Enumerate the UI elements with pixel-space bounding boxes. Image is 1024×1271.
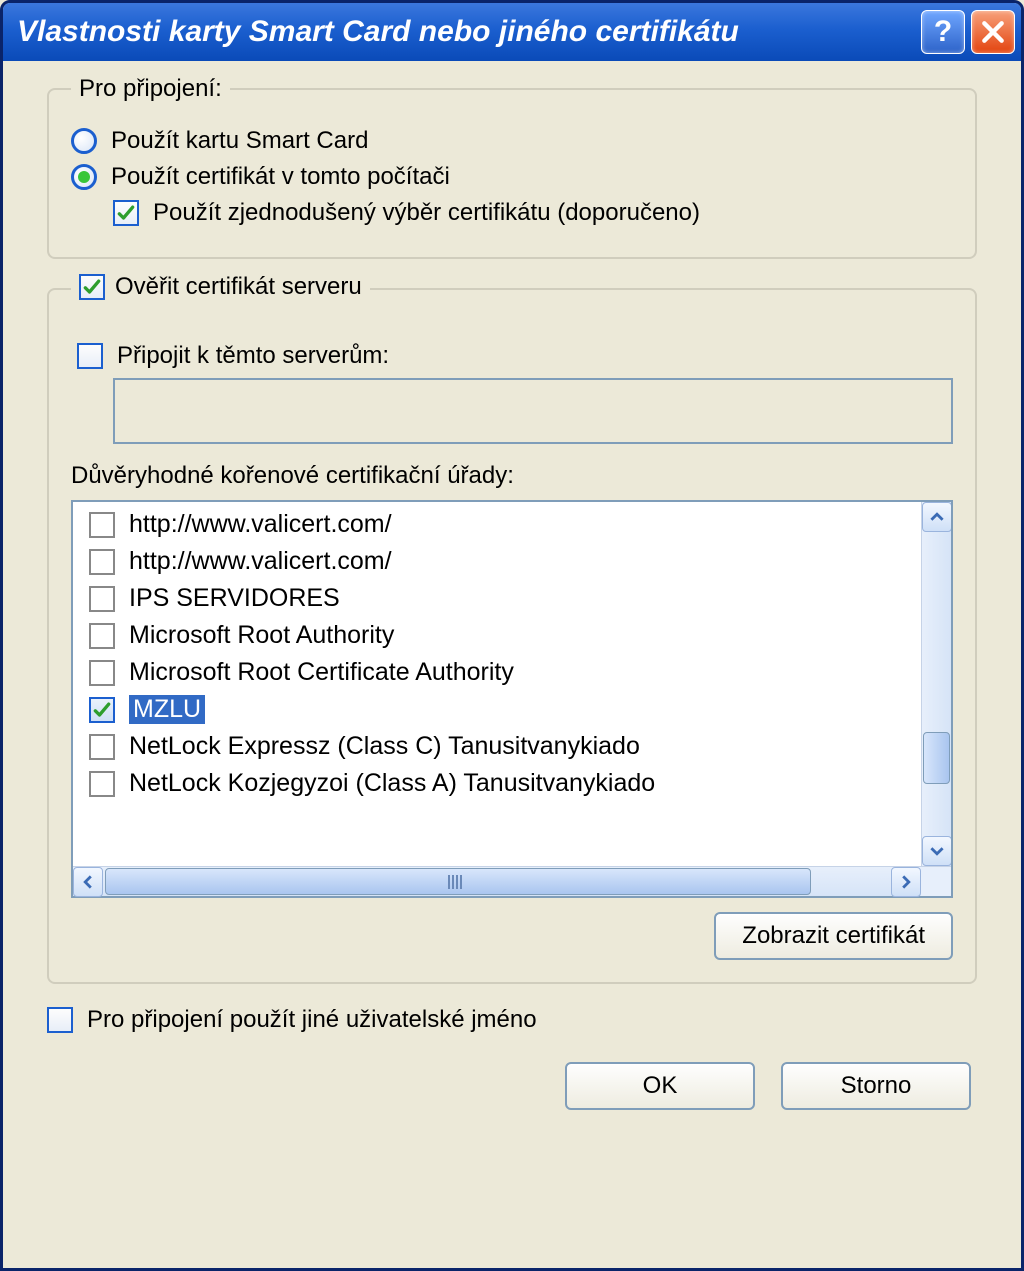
checkbox-other-username[interactable] xyxy=(47,1007,73,1033)
ca-item-checkbox[interactable] xyxy=(89,512,115,538)
scroll-up-button[interactable] xyxy=(922,502,951,532)
ca-item-label: IPS SERVIDORES xyxy=(129,584,340,613)
ok-button[interactable]: OK xyxy=(565,1062,755,1110)
ca-item-checkbox[interactable] xyxy=(89,734,115,760)
check-icon xyxy=(92,700,112,720)
ca-list-item[interactable]: Microsoft Root Certificate Authority xyxy=(73,654,921,691)
checkbox-other-username-label: Pro připojení použít jiné uživatelské jm… xyxy=(87,1006,537,1034)
checkbox-connect-servers-label: Připojit k těmto serverům: xyxy=(117,342,389,370)
vscroll-thumb[interactable] xyxy=(923,732,950,784)
ca-list-label: Důvěryhodné kořenové certifikační úřady: xyxy=(71,462,953,490)
ca-item-label: http://www.valicert.com/ xyxy=(129,547,392,576)
check-row-connect-servers[interactable]: Připojit k těmto serverům: xyxy=(77,342,953,370)
ca-list-item[interactable]: http://www.valicert.com/ xyxy=(73,543,921,580)
scroll-down-button[interactable] xyxy=(922,836,951,866)
vscroll-track[interactable] xyxy=(922,532,951,836)
radio-localcert-label: Použít certifikát v tomto počítači xyxy=(111,163,450,191)
radio-row-smartcard[interactable]: Použít kartu Smart Card xyxy=(71,127,953,155)
ca-item-label: NetLock Expressz (Class C) Tanusitvanyki… xyxy=(129,732,640,761)
ca-list-item[interactable]: MZLU xyxy=(73,691,921,728)
ca-listbox: http://www.valicert.com/http://www.valic… xyxy=(71,500,953,898)
scroll-right-button[interactable] xyxy=(891,867,921,897)
titlebar: Vlastnosti karty Smart Card nebo jiného … xyxy=(3,3,1021,61)
window-title: Vlastnosti karty Smart Card nebo jiného … xyxy=(17,15,921,49)
ca-list-item[interactable]: http://www.valicert.com/ xyxy=(73,506,921,543)
group-verify: Ověřit certifikát serveru Připojit k těm… xyxy=(47,273,977,984)
group-connection-legend: Pro připojení: xyxy=(71,75,230,103)
checkbox-simple-select[interactable] xyxy=(113,200,139,226)
checkbox-verify-server[interactable] xyxy=(79,274,105,300)
chevron-right-icon xyxy=(899,875,913,889)
ca-list-item[interactable]: NetLock Kozjegyzoi (Class A) Tanusitvany… xyxy=(73,765,921,802)
radio-localcert[interactable] xyxy=(71,164,97,190)
ca-item-label: Microsoft Root Authority xyxy=(129,621,394,650)
checkbox-verify-label: Ověřit certifikát serveru xyxy=(115,273,362,301)
chevron-up-icon xyxy=(930,510,944,524)
ca-list-item[interactable]: Microsoft Root Authority xyxy=(73,617,921,654)
cancel-button[interactable]: Storno xyxy=(781,1062,971,1110)
ca-item-label: http://www.valicert.com/ xyxy=(129,510,392,539)
chevron-down-icon xyxy=(930,844,944,858)
ca-item-checkbox[interactable] xyxy=(89,660,115,686)
checkbox-simple-label: Použít zjednodušený výběr certifikátu (d… xyxy=(153,199,700,227)
servers-input[interactable] xyxy=(113,378,953,444)
ca-item-checkbox[interactable] xyxy=(89,623,115,649)
hscroll-track[interactable] xyxy=(105,867,889,896)
help-button[interactable]: ? xyxy=(921,10,965,54)
ca-list-item[interactable]: IPS SERVIDORES xyxy=(73,580,921,617)
ca-item-label: NetLock Kozjegyzoi (Class A) Tanusitvany… xyxy=(129,769,655,798)
ca-list-item[interactable]: NetLock Expressz (Class C) Tanusitvanyki… xyxy=(73,728,921,765)
close-icon xyxy=(980,19,1006,45)
horizontal-scrollbar[interactable] xyxy=(73,866,951,896)
ca-item-checkbox[interactable] xyxy=(89,771,115,797)
ca-item-label: Microsoft Root Certificate Authority xyxy=(129,658,514,687)
ca-item-label: MZLU xyxy=(129,695,205,724)
check-icon xyxy=(116,203,136,223)
dialog-button-row: OK Storno xyxy=(47,1062,977,1110)
ca-listbox-items[interactable]: http://www.valicert.com/http://www.valic… xyxy=(73,502,921,866)
chevron-left-icon xyxy=(81,875,95,889)
view-certificate-button[interactable]: Zobrazit certifikát xyxy=(714,912,953,960)
radio-row-localcert[interactable]: Použít certifikát v tomto počítači xyxy=(71,163,953,191)
radio-smartcard-label: Použít kartu Smart Card xyxy=(111,127,368,155)
check-row-other-username[interactable]: Pro připojení použít jiné uživatelské jm… xyxy=(47,1006,977,1034)
check-row-verify[interactable]: Ověřit certifikát serveru xyxy=(79,273,362,301)
ca-item-checkbox[interactable] xyxy=(89,549,115,575)
radio-smartcard[interactable] xyxy=(71,128,97,154)
ca-item-checkbox[interactable] xyxy=(89,586,115,612)
ca-item-checkbox[interactable] xyxy=(89,697,115,723)
dialog-content: Pro připojení: Použít kartu Smart Card P… xyxy=(3,61,1021,1268)
dialog-window: Vlastnosti karty Smart Card nebo jiného … xyxy=(0,0,1024,1271)
scrollbar-corner xyxy=(921,867,951,896)
scroll-left-button[interactable] xyxy=(73,867,103,897)
checkbox-connect-servers[interactable] xyxy=(77,343,103,369)
grip-icon xyxy=(448,875,468,889)
check-row-simple[interactable]: Použít zjednodušený výběr certifikátu (d… xyxy=(113,199,953,227)
group-connection: Pro připojení: Použít kartu Smart Card P… xyxy=(47,75,977,259)
vertical-scrollbar[interactable] xyxy=(921,502,951,866)
hscroll-thumb[interactable] xyxy=(105,868,811,895)
close-button[interactable] xyxy=(971,10,1015,54)
check-icon xyxy=(82,277,102,297)
